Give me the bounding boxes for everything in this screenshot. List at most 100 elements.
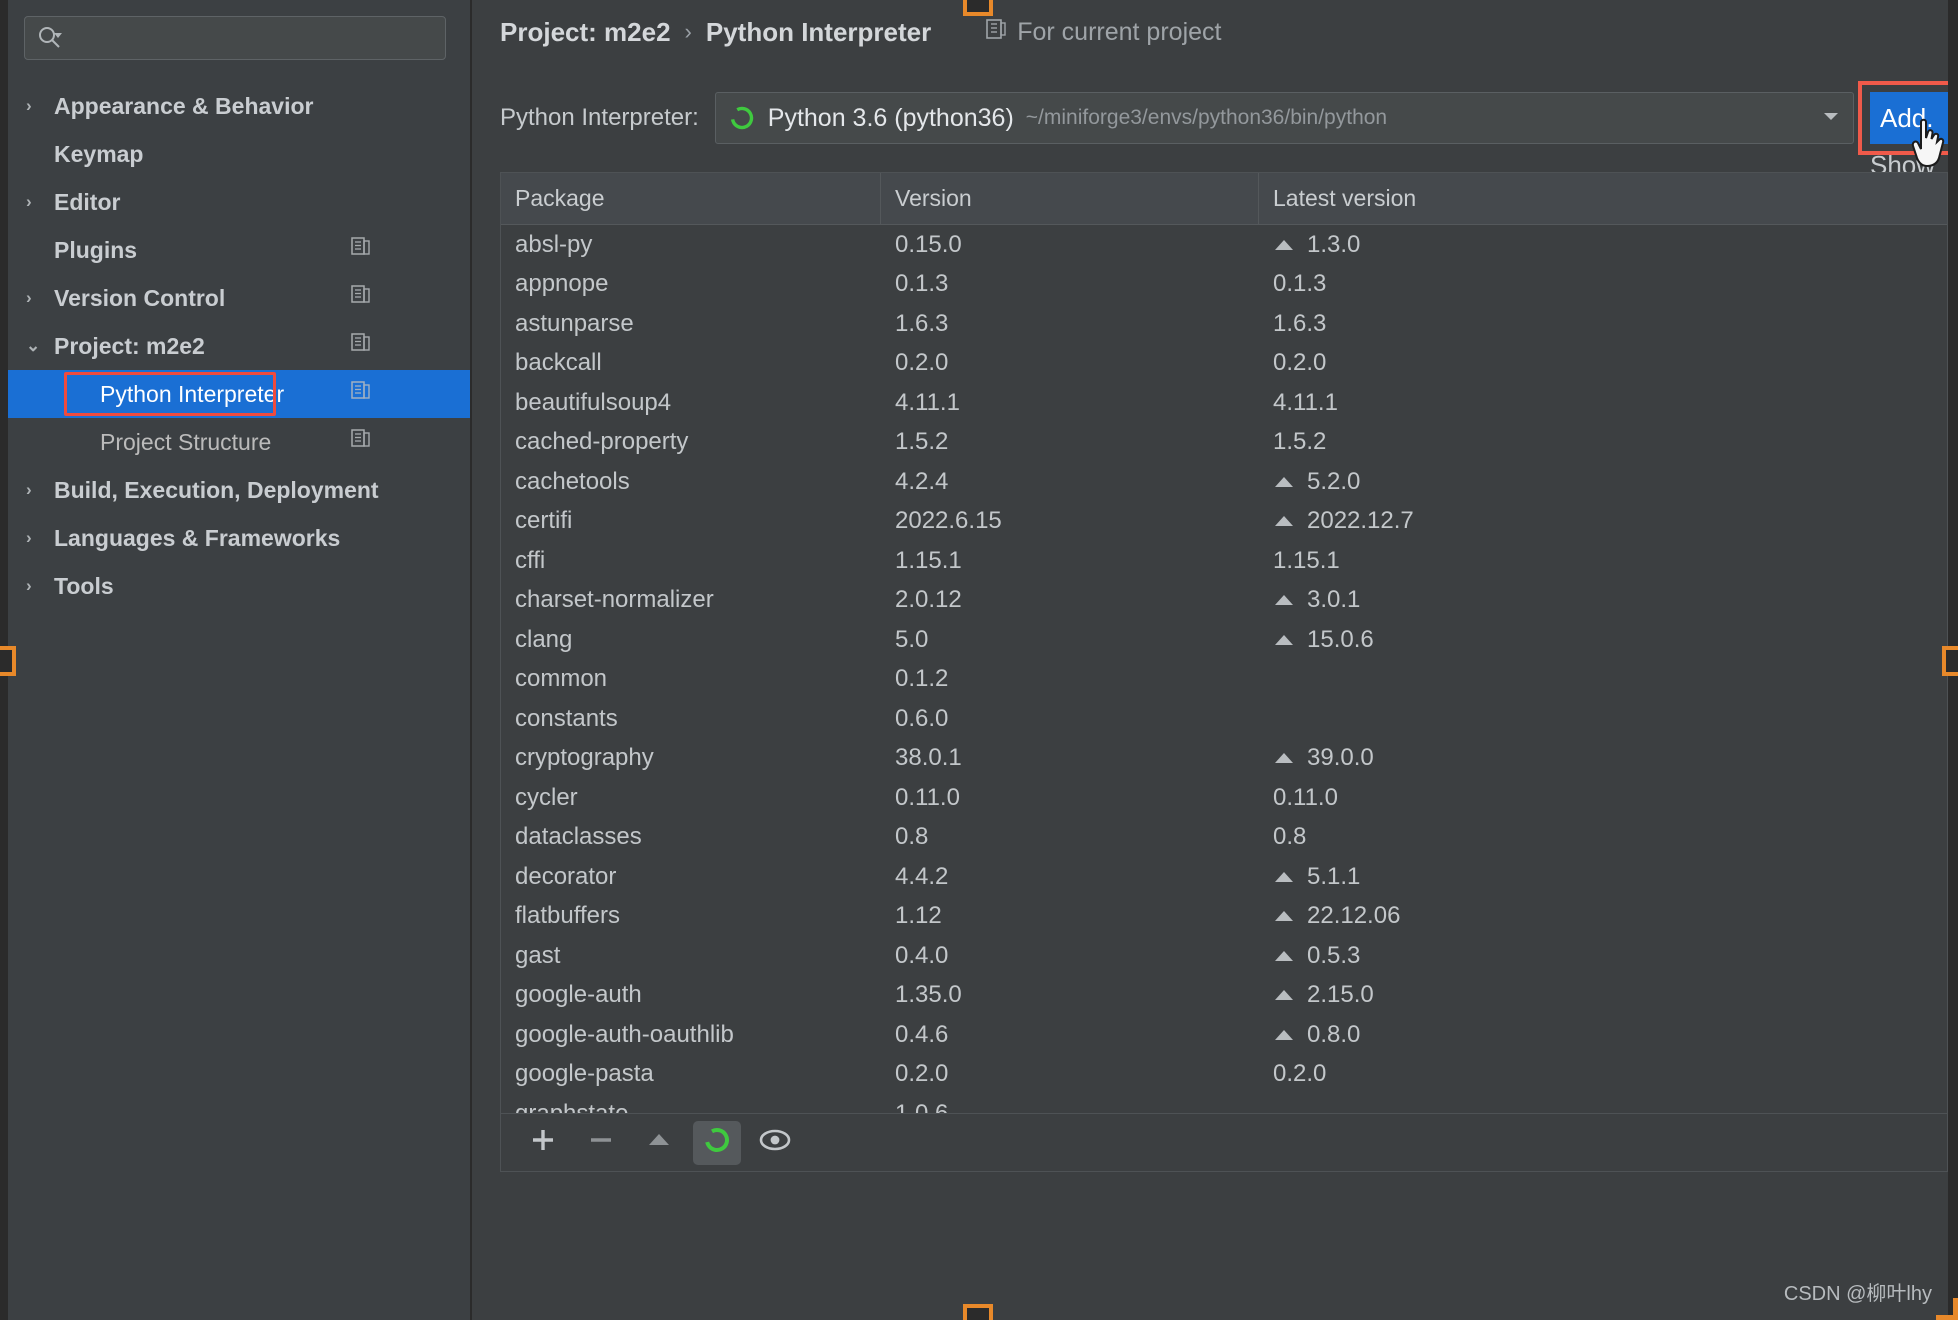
remove-package-button[interactable]	[577, 1121, 625, 1165]
cell-latest-version: 2022.12.7	[1259, 507, 1947, 535]
window-edge-marker-bottom[interactable]	[963, 1304, 993, 1320]
table-row[interactable]: google-auth1.35.02.15.0	[501, 976, 1947, 1016]
copy-settings-icon[interactable]	[350, 332, 372, 360]
chevron-right-icon[interactable]: ›	[26, 576, 52, 596]
cell-latest-version: 4.11.1	[1259, 389, 1947, 417]
chevron-down-icon[interactable]	[1805, 109, 1841, 127]
copy-settings-icon[interactable]	[350, 284, 372, 312]
sidebar-item-version-control[interactable]: ›Version Control	[0, 274, 470, 322]
table-row[interactable]: google-auth-oauthlib0.4.60.8.0	[501, 1015, 1947, 1055]
latest-version-text: 0.1.3	[1273, 270, 1326, 298]
window-edge-marker-left[interactable]	[0, 646, 16, 676]
cell-version: 0.15.0	[881, 231, 1259, 259]
cell-version: 38.0.1	[881, 744, 1259, 772]
show-early-releases-button[interactable]	[751, 1121, 799, 1165]
sidebar-item-label: Build, Execution, Deployment	[52, 477, 379, 504]
column-header-version[interactable]: Version	[881, 173, 1259, 224]
watermark: CSDN @柳叶lhy	[1784, 1277, 1932, 1306]
cell-version: 1.12	[881, 902, 1259, 930]
sidebar-item-label: Languages & Frameworks	[52, 525, 340, 552]
sidebar-item-appearance-behavior[interactable]: ›Appearance & Behavior	[0, 82, 470, 130]
upgrade-available-icon	[1273, 237, 1295, 253]
loading-spinner-icon	[702, 1125, 732, 1160]
sidebar-item-editor[interactable]: ›Editor	[0, 178, 470, 226]
sidebar-item-tools[interactable]: ›Tools	[0, 562, 470, 610]
table-row[interactable]: appnope0.1.30.1.3	[501, 265, 1947, 305]
sidebar-item-label: Keymap	[52, 141, 143, 168]
chevron-right-icon[interactable]: ›	[26, 96, 52, 116]
table-row[interactable]: absl-py0.15.01.3.0	[501, 225, 1947, 265]
upgrade-package-button[interactable]	[635, 1121, 683, 1165]
table-row[interactable]: common0.1.2	[501, 660, 1947, 700]
chevron-right-icon[interactable]: ›	[26, 528, 52, 548]
cell-latest-version: 3.0.1	[1259, 586, 1947, 614]
window-edge-marker-right[interactable]	[1942, 646, 1958, 676]
cell-package: backcall	[501, 349, 881, 377]
cell-latest-version: 15.0.6	[1259, 626, 1947, 654]
cell-latest-version: 0.2.0	[1259, 349, 1947, 377]
cell-package: google-auth-oauthlib	[501, 1021, 881, 1049]
table-row[interactable]: decorator4.4.25.1.1	[501, 857, 1947, 897]
window-edge-marker-top[interactable]	[963, 0, 993, 16]
table-row[interactable]: certifi2022.6.152022.12.7	[501, 502, 1947, 542]
table-row[interactable]: backcall0.2.00.2.0	[501, 344, 1947, 384]
table-row[interactable]: beautifulsoup44.11.14.11.1	[501, 383, 1947, 423]
table-row[interactable]: cached-property1.5.21.5.2	[501, 423, 1947, 463]
column-header-package[interactable]: Package	[501, 173, 881, 224]
cell-latest-version: 1.5.2	[1259, 428, 1947, 456]
cell-package: cycler	[501, 784, 881, 812]
cell-package: dataclasses	[501, 823, 881, 851]
column-header-latest-version[interactable]: Latest version	[1259, 173, 1947, 224]
cell-version: 0.2.0	[881, 349, 1259, 377]
breadcrumb-project[interactable]: Project: m2e2	[500, 17, 671, 48]
breadcrumb-page: Python Interpreter	[706, 17, 931, 48]
copy-settings-icon[interactable]	[350, 236, 372, 264]
interpreter-value: Python 3.6 (python36)	[768, 104, 1014, 133]
chevron-right-icon[interactable]: ›	[26, 192, 52, 212]
minus-icon	[586, 1125, 616, 1160]
table-row[interactable]: cycler0.11.00.11.0	[501, 778, 1947, 818]
upgrade-available-icon	[1273, 1027, 1295, 1043]
sidebar-item-project-m2e2[interactable]: ⌄Project: m2e2	[0, 322, 470, 370]
table-row[interactable]: clang5.015.0.6	[501, 620, 1947, 660]
table-row[interactable]: cffi1.15.11.15.1	[501, 541, 1947, 581]
table-row[interactable]: constants0.6.0	[501, 699, 1947, 739]
latest-version-text: 15.0.6	[1307, 626, 1374, 654]
sidebar-item-label: Editor	[52, 189, 120, 216]
add-interpreter-button[interactable]: Add.	[1870, 92, 1958, 144]
chevron-down-icon[interactable]: ⌄	[26, 336, 52, 356]
sidebar-item-project-structure[interactable]: Project Structure	[0, 418, 470, 466]
sidebar-item-build-execution-deployment[interactable]: ›Build, Execution, Deployment	[0, 466, 470, 514]
scope-label: For current project	[1017, 18, 1221, 47]
cell-latest-version: 1.6.3	[1259, 310, 1947, 338]
cell-latest-version: 0.8	[1259, 823, 1947, 851]
sidebar-item-keymap[interactable]: Keymap	[0, 130, 470, 178]
cell-version: 0.8	[881, 823, 1259, 851]
cell-latest-version: 0.8.0	[1259, 1021, 1947, 1049]
cell-version: 0.1.2	[881, 665, 1259, 693]
cell-latest-version: 0.5.3	[1259, 942, 1947, 970]
copy-settings-icon[interactable]	[350, 380, 372, 408]
sidebar-item-python-interpreter[interactable]: Python Interpreter	[0, 370, 470, 418]
python-interpreter-select[interactable]: Python 3.6 (python36) ~/miniforge3/envs/…	[715, 92, 1854, 144]
sidebar-item-plugins[interactable]: Plugins	[0, 226, 470, 274]
table-row[interactable]: astunparse1.6.31.6.3	[501, 304, 1947, 344]
table-row[interactable]: charset-normalizer2.0.123.0.1	[501, 581, 1947, 621]
refresh-button[interactable]	[693, 1121, 741, 1165]
upgrade-available-icon	[1273, 869, 1295, 885]
cell-package: constants	[501, 705, 881, 733]
search-input[interactable]	[24, 16, 446, 60]
table-row[interactable]: gast0.4.00.5.3	[501, 936, 1947, 976]
chevron-right-icon[interactable]: ›	[26, 288, 52, 308]
chevron-right-icon[interactable]: ›	[26, 480, 52, 500]
table-row[interactable]: cryptography38.0.139.0.0	[501, 739, 1947, 779]
table-row[interactable]: dataclasses0.80.8	[501, 818, 1947, 858]
table-row[interactable]: cachetools4.2.45.2.0	[501, 462, 1947, 502]
copy-settings-icon[interactable]	[350, 428, 372, 456]
latest-version-text: 0.8	[1273, 823, 1306, 851]
table-row[interactable]: google-pasta0.2.00.2.0	[501, 1055, 1947, 1095]
table-row[interactable]: flatbuffers1.1222.12.06	[501, 897, 1947, 937]
add-package-button[interactable]	[519, 1121, 567, 1165]
sidebar-item-languages-frameworks[interactable]: ›Languages & Frameworks	[0, 514, 470, 562]
window-corner-resize-handle[interactable]	[1936, 1298, 1958, 1320]
